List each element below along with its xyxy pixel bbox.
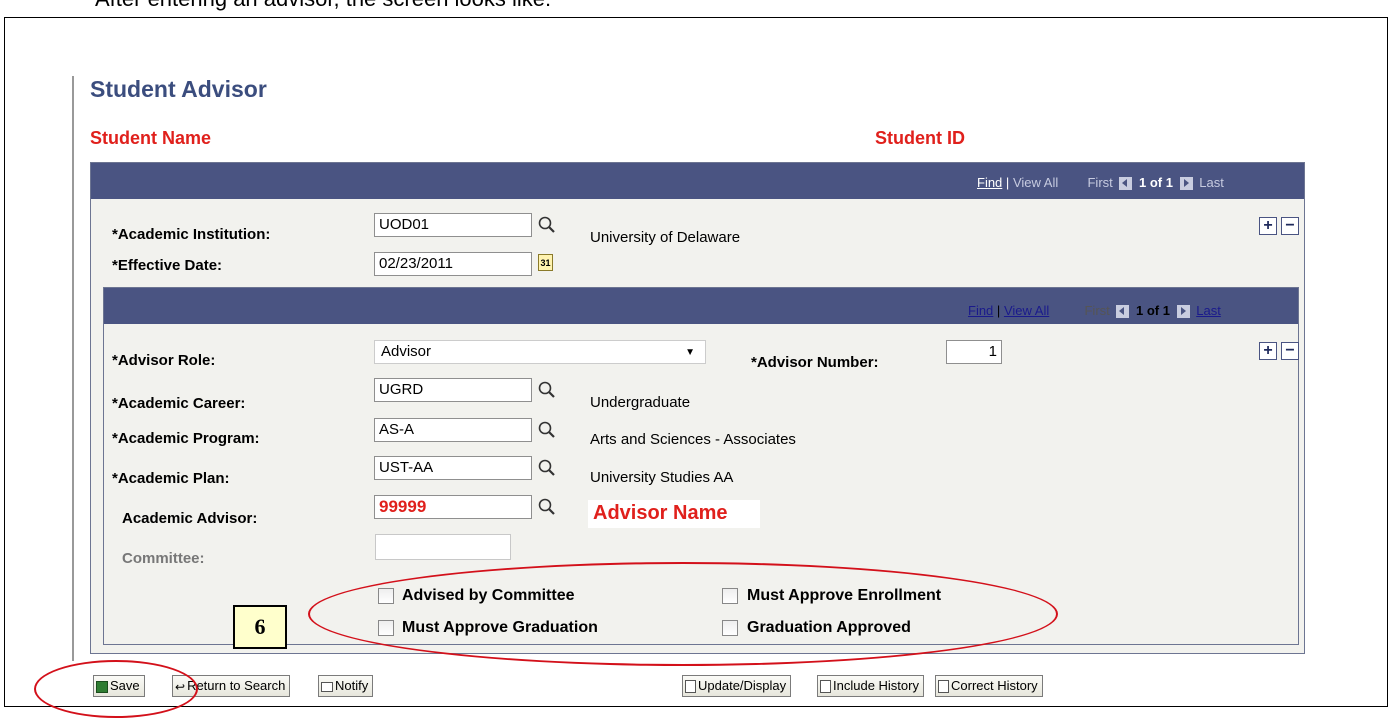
checkbox-highlight-ellipse xyxy=(308,562,1058,666)
inner-find-link[interactable]: Find xyxy=(968,303,993,318)
institution-description: University of Delaware xyxy=(590,229,741,246)
advisor-number-input[interactable]: 1 xyxy=(946,340,1002,364)
institution-input[interactable]: UOD01 xyxy=(374,213,532,237)
program-description: Arts and Sciences - Associates xyxy=(590,431,796,448)
add-advisor-row-icon[interactable]: + xyxy=(1259,342,1277,360)
notify-label: Notify xyxy=(335,678,369,693)
add-row-icon[interactable]: + xyxy=(1259,217,1277,235)
save-highlight-ellipse xyxy=(34,660,198,718)
step-callout: 6 xyxy=(233,605,287,649)
chevron-down-icon: ▼ xyxy=(685,347,695,358)
inner-navigation: Find | View All First 1 of 1 Last xyxy=(968,303,1221,319)
committee-label: Committee: xyxy=(122,550,205,567)
advisor-label: Academic Advisor: xyxy=(122,510,258,527)
plan-lookup-icon[interactable] xyxy=(537,458,557,478)
program-input[interactable]: AS-A xyxy=(374,418,532,442)
correct-history-label: Correct History xyxy=(951,678,1038,693)
plan-input[interactable]: UST-AA xyxy=(374,456,532,480)
update-display-label: Update/Display xyxy=(698,678,787,693)
page-title: Student Advisor xyxy=(90,76,267,102)
plan-description: University Studies AA xyxy=(590,469,734,486)
career-lookup-icon[interactable] xyxy=(537,380,557,400)
outer-row-count: 1 of 1 xyxy=(1139,175,1173,190)
program-label: *Academic Program: xyxy=(112,430,260,447)
calendar-icon[interactable]: 31 xyxy=(538,254,553,271)
outer-view-all-link[interactable]: View All xyxy=(1013,175,1058,190)
outer-navigation: Find | View All First 1 of 1 Last xyxy=(977,175,1224,191)
advisor-name: Advisor Name xyxy=(593,502,728,524)
advisor-input[interactable]: 99999 xyxy=(374,495,532,519)
correct-history-button[interactable]: Correct History xyxy=(935,675,1043,697)
career-description: Undergraduate xyxy=(590,394,691,411)
notify-button[interactable]: Notify xyxy=(318,675,374,697)
include-history-label: Include History xyxy=(833,678,919,693)
return-to-search-label: Return to Search xyxy=(187,678,286,693)
institution-label: *Academic Institution: xyxy=(112,226,271,243)
outer-prev-arrow-icon[interactable] xyxy=(1119,177,1133,191)
outer-last-link[interactable]: Last xyxy=(1199,175,1224,190)
advisor-role-select[interactable]: Advisor ▼ xyxy=(374,340,706,364)
outer-find-link[interactable]: Find xyxy=(977,175,1002,190)
inner-row-count: 1 of 1 xyxy=(1136,303,1170,318)
inner-prev-arrow-icon[interactable] xyxy=(1116,305,1130,319)
inner-first-link[interactable]: First xyxy=(1084,303,1109,318)
delete-row-icon[interactable]: − xyxy=(1281,217,1299,235)
advisor-role-label: *Advisor Role: xyxy=(112,352,216,369)
inner-last-link[interactable]: Last xyxy=(1196,303,1221,318)
plan-label: *Academic Plan: xyxy=(112,470,230,487)
inner-next-arrow-icon[interactable] xyxy=(1176,305,1190,319)
outer-first-link[interactable]: First xyxy=(1087,175,1112,190)
program-lookup-icon[interactable] xyxy=(537,420,557,440)
student-name-label: Student Name xyxy=(90,128,212,148)
correct-history-icon xyxy=(938,680,949,694)
outer-next-arrow-icon[interactable] xyxy=(1179,177,1193,191)
career-input[interactable]: UGRD xyxy=(374,378,532,402)
outer-nav-separator: | xyxy=(1005,175,1010,190)
inner-nav-separator: | xyxy=(996,303,1001,318)
include-history-button[interactable]: Include History xyxy=(817,675,924,697)
inner-view-all-link[interactable]: View All xyxy=(1004,303,1049,318)
include-history-icon xyxy=(820,680,831,694)
update-display-icon xyxy=(685,680,696,694)
institution-lookup-icon[interactable] xyxy=(537,215,557,235)
delete-advisor-row-icon[interactable]: − xyxy=(1281,342,1299,360)
advisor-lookup-icon[interactable] xyxy=(537,497,557,517)
advisor-number-label: *Advisor Number: xyxy=(751,354,879,371)
advisor-role-value: Advisor xyxy=(381,343,432,360)
effective-date-label: *Effective Date: xyxy=(112,257,223,274)
effective-date-input[interactable]: 02/23/2011 xyxy=(374,252,532,276)
page-left-rule xyxy=(72,76,74,661)
student-id-label: Student ID xyxy=(875,128,965,148)
update-display-button[interactable]: Update/Display xyxy=(682,675,792,697)
committee-input[interactable] xyxy=(375,534,511,560)
notify-icon xyxy=(321,681,333,692)
document-caption: After entering an advisor, the screen lo… xyxy=(95,0,551,12)
career-label: *Academic Career: xyxy=(112,395,246,412)
